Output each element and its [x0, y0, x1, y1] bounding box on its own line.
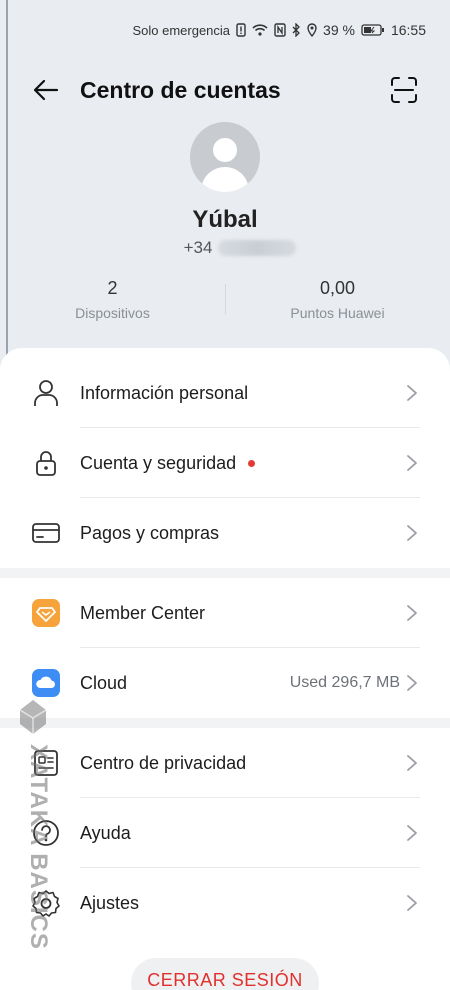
cloud-icon	[32, 669, 60, 697]
battery-percent: 39 %	[323, 22, 355, 38]
logout-label: CERRAR SESIÓN	[147, 970, 303, 990]
menu-label: Pagos y compras	[80, 522, 220, 543]
avatar[interactable]	[190, 122, 260, 192]
menu-item-privacy-center[interactable]: Centro de privacidad	[0, 728, 450, 798]
stat-devices[interactable]: 2 Dispositivos	[0, 278, 225, 321]
stat-devices-label: Dispositivos	[75, 305, 150, 321]
app-header: Centro de cuentas	[32, 70, 418, 110]
menu-item-account-security[interactable]: Cuenta y seguridad	[0, 428, 450, 498]
user-phone: +34	[0, 238, 450, 258]
location-icon	[307, 23, 317, 37]
person-icon	[32, 379, 60, 407]
chevron-right-icon	[406, 384, 418, 402]
stat-points-label: Puntos Huawei	[290, 305, 385, 321]
settings-card: Información personal Cuenta y seguridad …	[0, 348, 450, 990]
stat-huawei-points[interactable]: 0,00 Puntos Huawei	[225, 278, 450, 321]
chevron-right-icon	[406, 894, 418, 912]
account-stats: 2 Dispositivos 0,00 Puntos Huawei	[0, 278, 450, 321]
menu-item-payments[interactable]: Pagos y compras	[0, 498, 450, 568]
menu-item-personal-info[interactable]: Información personal	[0, 358, 450, 428]
profile-section: Yúbal +34	[0, 122, 450, 258]
logout-button[interactable]: CERRAR SESIÓN	[131, 958, 319, 990]
menu-item-help[interactable]: Ayuda	[0, 798, 450, 868]
member-center-icon	[32, 599, 60, 627]
alert-icon	[236, 23, 246, 37]
chevron-right-icon	[406, 604, 418, 622]
watermark-text: XATAKA BASICS	[25, 744, 52, 950]
blurred-phone-number	[218, 240, 297, 256]
lock-icon	[32, 449, 60, 477]
battery-icon	[361, 24, 385, 36]
scan-icon[interactable]	[390, 76, 418, 104]
phone-prefix: +34	[183, 238, 213, 257]
stat-points-value: 0,00	[319, 278, 356, 298]
watermark-logo-icon	[19, 700, 47, 734]
clock: 16:55	[390, 22, 426, 38]
menu-item-member-center[interactable]: Member Center	[0, 578, 450, 648]
menu-item-cloud[interactable]: Cloud Used 296,7 MB	[0, 648, 450, 718]
stats-divider	[225, 284, 226, 314]
notification-dot	[248, 459, 256, 467]
menu-label: Información personal	[80, 382, 249, 403]
back-arrow-icon[interactable]	[32, 76, 60, 104]
chevron-right-icon	[406, 674, 418, 692]
credit-card-icon	[32, 519, 60, 547]
bluetooth-icon	[292, 23, 301, 37]
network-status-text: Solo emergencia	[132, 22, 231, 38]
chevron-right-icon	[406, 454, 418, 472]
menu-label: Ayuda	[80, 822, 131, 843]
stat-devices-value: 2	[107, 278, 118, 298]
menu-label: Member Center	[80, 602, 206, 623]
menu-label: Centro de privacidad	[80, 752, 247, 773]
menu-label: Cuenta y seguridad	[80, 452, 256, 474]
nfc-icon	[274, 23, 286, 37]
page-title: Centro de cuentas	[80, 76, 281, 103]
cloud-usage-value: Used 296,7 MB	[289, 674, 400, 691]
wifi-icon	[252, 24, 268, 36]
chevron-right-icon	[406, 824, 418, 842]
menu-item-settings[interactable]: Ajustes	[0, 868, 450, 938]
menu-label-text: Cuenta y seguridad	[80, 452, 237, 473]
watermark: XATAKA BASICS	[18, 698, 52, 958]
user-name: Yúbal	[192, 206, 258, 233]
chevron-right-icon	[406, 754, 418, 772]
group-separator	[0, 568, 450, 578]
group-separator	[0, 718, 450, 728]
chevron-right-icon	[406, 524, 418, 542]
menu-label: Ajustes	[80, 892, 140, 913]
status-bar: Solo emergencia 39 % 16:55	[24, 22, 426, 38]
menu-label: Cloud	[80, 672, 128, 693]
